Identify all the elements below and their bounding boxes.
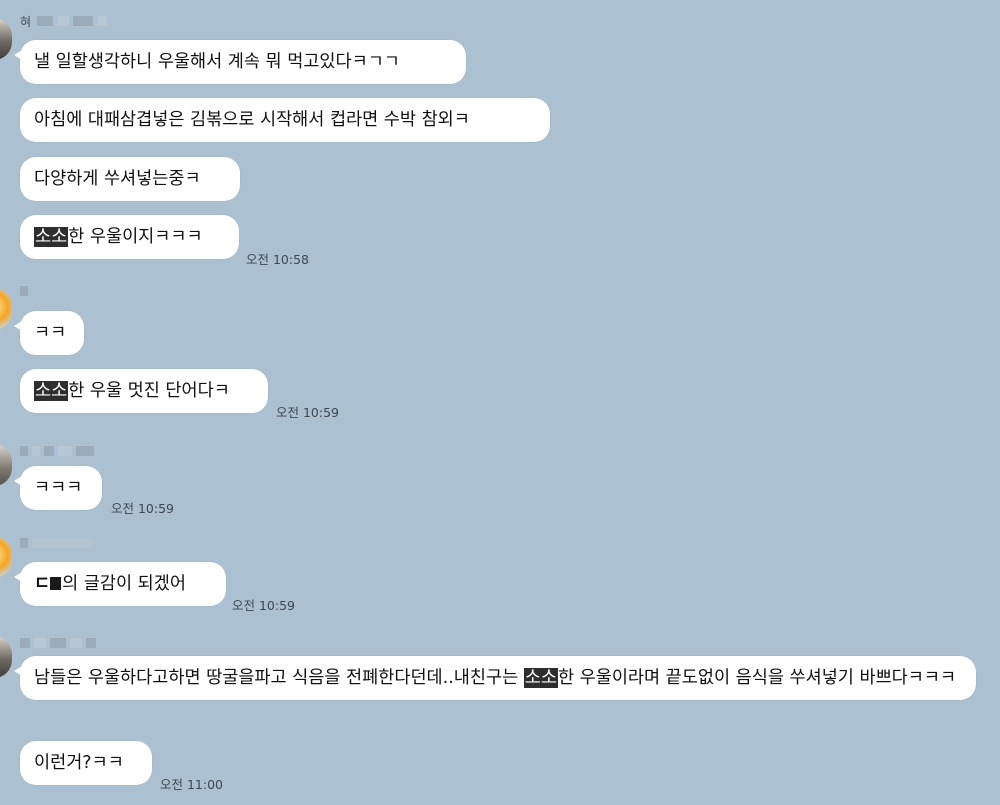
message-text: 남들은 우울하다고하면 땅굴을파고 식음을 전폐한다던데..내친구는 [34, 668, 524, 688]
message-text: ㅋㅋㅋ [34, 478, 83, 498]
redaction-mark [50, 577, 62, 590]
avatar[interactable] [0, 18, 12, 60]
sender-name [20, 284, 28, 298]
message-timestamp: 오전 10:59 [232, 598, 295, 613]
message-bubble[interactable]: 낼 일할생각하니 우울해서 계속 뭐 먹고있다ㅋㄱㄱ [14, 40, 466, 84]
message-bubble[interactable]: 아침에 대패삼겹넣은 김볶으로 시작해서 컵라면 수박 참외ㅋ [20, 98, 550, 142]
message-text: 한 우울 멋진 단어다ㅋ [68, 381, 230, 401]
message-bubble[interactable]: 다양하게 쑤셔넣는중ㅋ [20, 157, 240, 201]
message-bubble[interactable]: ㅋㅋㅋ [14, 466, 102, 510]
message-timestamp: 오전 11:00 [160, 777, 223, 792]
sender-name [20, 636, 96, 650]
message-bubble[interactable]: 이런거?ㅋㅋ [20, 741, 152, 785]
avatar[interactable] [0, 536, 12, 578]
sender-name [20, 536, 92, 550]
message-text: 의 글감이 되겠어 [62, 574, 186, 594]
message-text: 이런거?ㅋㅋ [34, 753, 124, 773]
message-bubble[interactable]: ㄷ 의 글감이 되겠어 [14, 562, 226, 606]
message-text: 한 우울이라며 끝도없이 음식을 쑤셔넣기 바쁘다ㅋㅋㅋ [557, 668, 957, 688]
highlighted-word: 소소 [34, 381, 69, 401]
sender-name [20, 444, 94, 458]
message-text: 한 우울이지ㅋㅋㅋ [68, 227, 203, 247]
sender-name: 혀 [20, 14, 108, 29]
avatar[interactable] [0, 444, 12, 486]
message-text: 아침에 대패삼겹넣은 김볶으로 시작해서 컵라면 수박 참외ㅋ [34, 110, 470, 130]
highlighted-word: 소소 [523, 668, 558, 688]
message-text: ㅋㅋ [34, 323, 67, 343]
message-timestamp: 오전 10:58 [246, 252, 309, 267]
message-timestamp: 오전 10:59 [111, 501, 174, 516]
message-bubble[interactable]: 소소한 우울 멋진 단어다ㅋ [20, 369, 268, 413]
message-prefix: ㄷ [34, 574, 51, 594]
avatar[interactable] [0, 636, 12, 678]
message-text: 다양하게 쑤셔넣는중ㅋ [34, 169, 201, 189]
message-bubble[interactable]: 소소한 우울이지ㅋㅋㅋ [20, 215, 239, 259]
message-timestamp: 오전 10:59 [276, 405, 339, 420]
sender-label: 혀 [20, 14, 32, 29]
highlighted-word: 소소 [34, 227, 69, 247]
message-bubble[interactable]: ㅋㅋ [14, 311, 84, 355]
message-bubble[interactable]: 남들은 우울하다고하면 땅굴을파고 식음을 전폐한다던데..내친구는 소소한 우… [14, 656, 976, 700]
avatar[interactable] [0, 288, 12, 330]
message-text: 낼 일할생각하니 우울해서 계속 뭐 먹고있다ㅋㄱㄱ [34, 52, 400, 72]
